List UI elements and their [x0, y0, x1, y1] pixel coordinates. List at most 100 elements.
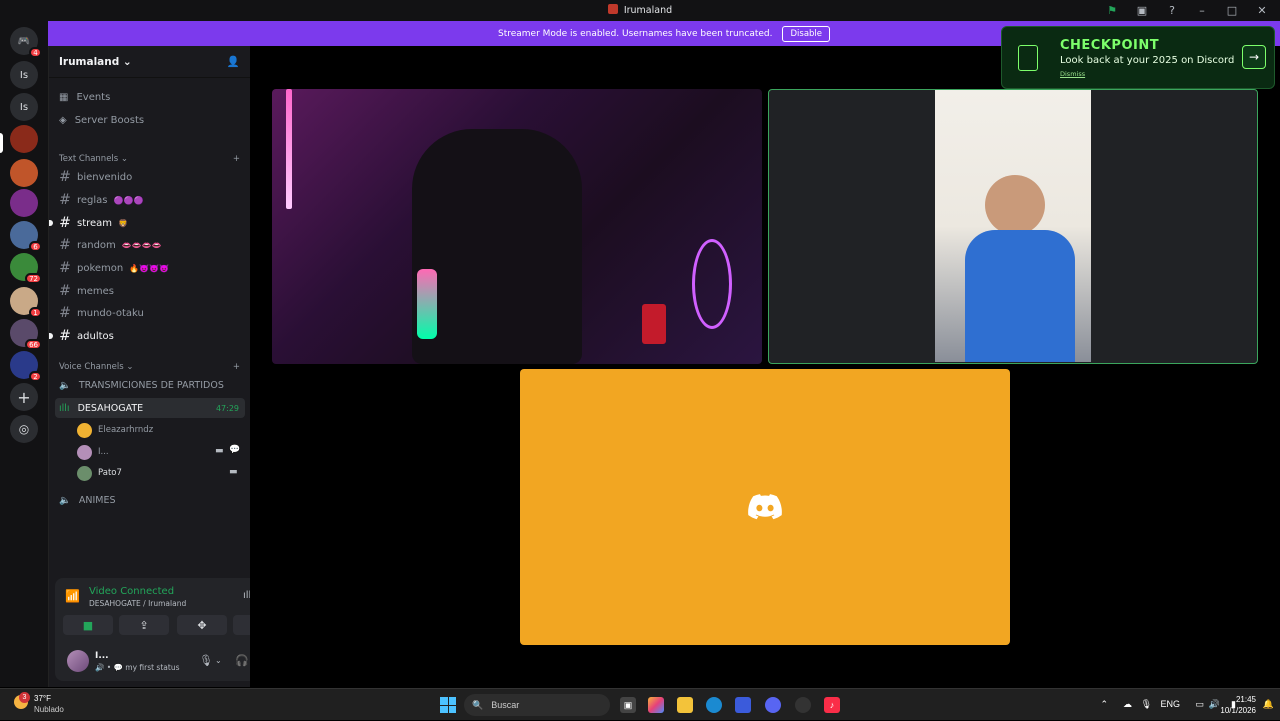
copilot-icon[interactable] [648, 697, 664, 713]
channel-bienvenido[interactable]: # bienvenido [59, 167, 138, 187]
search-icon: 🔍 [472, 699, 484, 710]
channel-name: random [77, 239, 116, 251]
text-channel-icon: # [59, 169, 71, 185]
invite-icon[interactable]: 👤 [227, 55, 240, 68]
video-tile-participant[interactable] [768, 89, 1258, 364]
task-view-icon[interactable]: ▣ [620, 697, 636, 713]
video-stage [250, 46, 1280, 687]
category-voice-channels[interactable]: Voice Channels ⌄ + [59, 360, 240, 374]
dismiss-link[interactable]: Dismiss [1060, 70, 1085, 78]
server-header[interactable]: Irumaland ⌄ 👤 [49, 46, 250, 78]
add-channel-icon[interactable]: + [233, 362, 240, 372]
start-button[interactable] [440, 697, 456, 713]
server-icon-7[interactable]: 72 [10, 253, 42, 284]
music-icon[interactable]: ♪ [824, 697, 840, 713]
clock[interactable]: 21:45 10/1/2026 [1220, 694, 1256, 716]
connection-location[interactable]: DESAHOGATE / Irumaland [89, 599, 186, 608]
server-icon-10[interactable]: 2 [10, 351, 42, 382]
network-icon[interactable]: ▭ [1195, 699, 1204, 710]
add-server-icon[interactable]: + [10, 383, 38, 411]
promo-arrow-button[interactable]: → [1242, 45, 1266, 69]
window-title-text: Irumaland [623, 5, 673, 16]
app-icon[interactable] [735, 697, 751, 713]
help-icon[interactable]: ? [1164, 2, 1180, 18]
app-icon-2[interactable] [795, 697, 811, 713]
disable-streamer-mode-button[interactable]: Disable [782, 25, 831, 42]
microphone-icon[interactable]: 🎙 [1141, 699, 1152, 710]
checkpoint-promo[interactable]: CHECKPOINT Look back at your 2025 on Dis… [1001, 26, 1275, 89]
notification-icon[interactable]: 🔔 [1263, 699, 1274, 710]
unread-indicator [49, 220, 53, 226]
discord-taskbar-icon[interactable] [765, 697, 781, 713]
chevron-down-icon[interactable]: ⌄ [215, 656, 222, 665]
video-tile-streamer[interactable] [272, 89, 762, 364]
chevron-up-icon[interactable]: ⌃ [1100, 699, 1108, 710]
channel-pokemon[interactable]: # pokemon 🔥👿👿👿 [59, 258, 169, 278]
speaker-icon: 🔈 [59, 494, 71, 506]
channel-emoji: 🔥👿👿👿 [129, 263, 170, 273]
voice-member[interactable]: Eleazarhrndz [77, 420, 153, 440]
channel-mundo-otaku[interactable]: # mundo-otaku [59, 303, 144, 323]
video-tile-no-camera[interactable] [520, 369, 1010, 645]
voice-channel-desahogate[interactable]: ıllı DESAHOGATE 47:29 [55, 398, 245, 418]
connection-status[interactable]: Video Connected [89, 586, 174, 597]
events-link[interactable]: ▦ Events [59, 87, 110, 107]
channel-reglas[interactable]: # reglas 🟣🟣🟣 [59, 190, 143, 210]
server-icon-8[interactable]: 1 [10, 287, 42, 318]
username: I... [95, 651, 109, 661]
channel-adultos[interactable]: # adultos [49, 326, 114, 346]
network-app-icon[interactable]: ☁ [1123, 699, 1132, 710]
server-icon-6[interactable]: 6 [10, 221, 42, 252]
camera-button[interactable]: ■ [63, 615, 113, 635]
volume-icon[interactable]: 🔊 [1209, 699, 1220, 710]
promo-subtitle: Look back at your 2025 on Discord [1060, 55, 1235, 66]
voice-channel-animes[interactable]: 🔈 ANIMES [55, 490, 245, 510]
channel-memes[interactable]: # memes [59, 281, 114, 301]
voice-member[interactable]: I... [77, 442, 109, 462]
channel-name: bienvenido [77, 171, 133, 183]
server-badge: 72 [25, 273, 42, 284]
weather-condition: Nublado [34, 705, 64, 714]
server-boosts-link[interactable]: ◈ Server Boosts [59, 110, 144, 130]
minimize-button[interactable]: – [1194, 2, 1210, 18]
checkpoint-icon [1018, 45, 1038, 71]
voice-channel-transmiciones[interactable]: 🔈 TRANSMICIONES DE PARTIDOS [55, 375, 245, 395]
server-icon-5[interactable] [10, 189, 38, 217]
server-icon-9[interactable]: 66 [10, 319, 42, 350]
share-screen-button[interactable]: ⇪ [119, 615, 169, 635]
server-icon-irumaland[interactable] [10, 125, 38, 153]
maximize-button[interactable]: □ [1224, 2, 1240, 18]
home-button[interactable]: 🎮 4 [10, 27, 42, 58]
microphone-icon[interactable]: 🎙 [199, 654, 213, 667]
taskbar-search[interactable]: 🔍 Buscar [464, 694, 610, 716]
server-icon-4[interactable] [10, 159, 38, 187]
camera-icon: ■ [82, 618, 94, 632]
flag-icon[interactable]: ⚑ [1104, 2, 1120, 18]
screen-share-icon[interactable]: ▣ [1134, 2, 1150, 18]
category-text-channels[interactable]: Text Channels ⌄ + [59, 152, 240, 166]
language-indicator[interactable]: ENG [1160, 699, 1180, 709]
channel-random[interactable]: # random 👄👄👄👄 [59, 235, 162, 255]
voice-member[interactable]: Pato7 [77, 463, 122, 483]
discover-icon[interactable]: ◎ [10, 415, 38, 443]
call-timer: 47:29 [215, 403, 239, 413]
user-status: 🔊 • 💬 my first status [95, 663, 180, 672]
close-button[interactable]: ✕ [1254, 2, 1270, 18]
discord-logo-icon [748, 494, 782, 520]
server-icon-is-2[interactable]: Is [10, 93, 38, 121]
server-icon-is-1[interactable]: Is [10, 61, 38, 89]
file-explorer-icon[interactable] [677, 697, 693, 713]
edge-icon[interactable] [706, 697, 722, 713]
activities-button[interactable]: ✥ [177, 615, 227, 635]
channel-name: memes [77, 285, 114, 297]
add-channel-icon[interactable]: + [233, 154, 240, 164]
server-logo-icon [607, 4, 618, 14]
unread-indicator [49, 333, 53, 339]
channel-stream[interactable]: # stream 🦁 [49, 213, 128, 233]
activities-icon: ✥ [197, 618, 207, 632]
text-channel-icon: # [59, 192, 71, 208]
text-channel-icon: # [59, 260, 71, 276]
headphones-icon[interactable]: 🎧 [235, 654, 249, 667]
neon-light [286, 89, 292, 209]
time: 21:45 [1235, 695, 1256, 704]
